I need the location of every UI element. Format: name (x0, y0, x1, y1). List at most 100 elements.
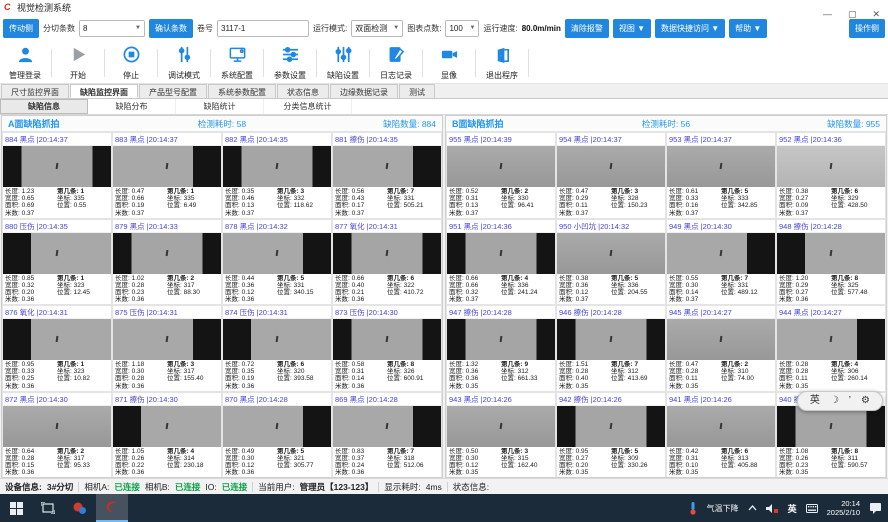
maximize-icon[interactable]: ▢ (848, 9, 857, 19)
defect-cell[interactable]: 881 擦伤 |20:14:35 长度: 0.56宽度: 0.43面积: 0.1… (332, 132, 442, 219)
defect-thumbnail[interactable] (777, 146, 885, 187)
tab-main-3[interactable]: 系统参数配置 (208, 84, 276, 98)
defect-thumbnail[interactable] (447, 406, 555, 447)
defect-cell[interactable]: 951 黑点 |20:14:36 长度: 0.66宽度: 0.66面积: 0.3… (446, 219, 556, 306)
defect-cell[interactable]: 876 氧化 |20:14:31 长度: 0.95宽度: 0.33面积: 0.2… (2, 305, 112, 392)
defect-thumbnail[interactable] (333, 406, 441, 447)
defect-cell[interactable]: 948 擦伤 |20:14:28 长度: 1.20宽度: 0.29面积: 0.2… (776, 219, 886, 306)
defect-thumbnail[interactable] (3, 319, 111, 360)
defect-thumbnail[interactable] (113, 146, 221, 187)
defect-cell[interactable]: 877 氧化 |20:14:31 长度: 0.66宽度: 0.40面积: 0.2… (332, 219, 442, 306)
task-view-icon[interactable] (32, 494, 64, 522)
defect-thumbnail[interactable] (557, 319, 665, 360)
defect-thumbnail[interactable] (667, 233, 775, 274)
defect-cell[interactable]: 879 黑点 |20:14:33 长度: 1.02宽度: 0.28面积: 0.2… (112, 219, 222, 306)
action-button-9[interactable]: 退出程序 (479, 45, 525, 81)
thermometer-icon[interactable] (688, 501, 698, 515)
tab-main-6[interactable]: 测试 (399, 84, 435, 98)
defect-cell[interactable]: 882 黑点 |20:14:35 长度: 0.35宽度: 0.46面积: 0.1… (222, 132, 332, 219)
defect-thumbnail[interactable] (447, 319, 555, 360)
action-button-5[interactable]: 参数设置 (267, 45, 313, 81)
defect-cell[interactable]: 955 黑点 |20:14:39 长度: 0.52宽度: 0.31面积: 0.1… (446, 132, 556, 219)
defect-cell[interactable]: 953 黑点 |20:14:37 长度: 0.61宽度: 0.33面积: 0.1… (666, 132, 776, 219)
action-button-3[interactable]: 调试模式 (161, 45, 207, 81)
defect-thumbnail[interactable] (333, 146, 441, 187)
defect-thumbnail[interactable] (223, 233, 331, 274)
touch-keyboard-icon[interactable] (806, 504, 818, 513)
defect-thumbnail[interactable] (333, 233, 441, 274)
defect-thumbnail[interactable] (333, 319, 441, 360)
tab-sub-0[interactable]: 缺陷信息 (0, 99, 88, 114)
tab-main-4[interactable]: 状态信息 (277, 84, 329, 98)
defect-thumbnail[interactable] (667, 406, 775, 447)
defect-cell[interactable]: 950 小凹坑 |20:14:32 长度: 0.38宽度: 0.36面积: 0.… (556, 219, 666, 306)
defect-thumbnail[interactable] (557, 233, 665, 274)
run-mode-select[interactable]: 双面检测▼ (351, 20, 403, 37)
roll-number-input[interactable] (217, 20, 309, 37)
defect-thumbnail[interactable] (3, 146, 111, 187)
action-button-7[interactable]: 日志记录 (373, 45, 419, 81)
defect-cell[interactable]: 954 黑点 |20:14:37 长度: 0.47宽度: 0.29面积: 0.1… (556, 132, 666, 219)
defect-thumbnail[interactable] (557, 146, 665, 187)
speaker-muted-icon[interactable] (766, 503, 779, 514)
active-app-icon[interactable] (96, 494, 128, 522)
defect-cell[interactable]: 878 黑点 |20:14:32 长度: 0.44宽度: 0.36面积: 0.1… (222, 219, 332, 306)
tab-main-1[interactable]: 缺陷监控界面 (70, 84, 138, 98)
action-button-4[interactable]: 系统配置 (214, 45, 260, 81)
defect-cell[interactable]: 946 擦伤 |20:14:28 长度: 1.51宽度: 0.28面积: 0.4… (556, 305, 666, 392)
action-button-1[interactable]: 开始 (55, 45, 101, 81)
ime-language-indicator[interactable]: 英 (788, 502, 797, 515)
ime-punct-toggle[interactable]: ’ (849, 392, 851, 410)
tab-sub-1[interactable]: 缺陷分布 (88, 99, 176, 114)
ime-moon-icon[interactable]: ☽ (830, 392, 839, 410)
defect-cell[interactable]: 873 压伤 |20:14:30 长度: 0.58宽度: 0.31面积: 0.1… (332, 305, 442, 392)
defect-cell[interactable]: 875 压伤 |20:14:31 长度: 1.18宽度: 0.30面积: 0.2… (112, 305, 222, 392)
action-button-6[interactable]: 缺陷设置 (320, 45, 366, 81)
defect-thumbnail[interactable] (447, 146, 555, 187)
defect-cell[interactable]: 947 擦伤 |20:14:28 长度: 1.32宽度: 0.36面积: 0.3… (446, 305, 556, 392)
defect-cell[interactable]: 949 黑点 |20:14:30 长度: 0.55宽度: 0.30面积: 0.1… (666, 219, 776, 306)
defect-cell[interactable]: 945 黑点 |20:14:27 长度: 0.47宽度: 0.28面积: 0.1… (666, 305, 776, 392)
taskbar-clock[interactable]: 20:14 2025/2/10 (827, 499, 860, 517)
windows-start-icon[interactable] (0, 494, 32, 522)
action-button-0[interactable]: 管理登录 (2, 45, 48, 81)
defect-cell[interactable]: 880 压伤 |20:14:35 长度: 0.85宽度: 0.32面积: 0.2… (2, 219, 112, 306)
tab-main-0[interactable]: 尺寸监控界面 (1, 84, 69, 98)
defect-cell[interactable]: 941 黑点 |20:14:26 长度: 0.42宽度: 0.31面积: 0.1… (666, 392, 776, 479)
tab-sub-3[interactable]: 分类信息统计 (264, 99, 352, 114)
quick-access-menu-button[interactable]: 数据快捷访问 ▼ (655, 19, 725, 38)
defect-cell[interactable]: 952 黑点 |20:14:36 长度: 0.38宽度: 0.27面积: 0.0… (776, 132, 886, 219)
defect-thumbnail[interactable] (113, 233, 221, 274)
action-button-2[interactable]: 停止 (108, 45, 154, 81)
defect-thumbnail[interactable] (113, 406, 221, 447)
defect-thumbnail[interactable] (223, 146, 331, 187)
tray-expand-icon[interactable] (748, 505, 757, 511)
tab-sub-2[interactable]: 缺陷统计 (176, 99, 264, 114)
defect-thumbnail[interactable] (557, 406, 665, 447)
defect-cell[interactable]: 870 黑点 |20:14:28 长度: 0.49宽度: 0.30面积: 0.1… (222, 392, 332, 479)
defect-thumbnail[interactable] (113, 319, 221, 360)
chart-points-select[interactable]: 100▼ (445, 20, 479, 37)
action-button-8[interactable]: 显像 (426, 45, 472, 81)
clear-alarm-button[interactable]: 清除报警 (565, 19, 609, 38)
defect-cell[interactable]: 869 黑点 |20:14:28 长度: 0.83宽度: 0.37面积: 0.2… (332, 392, 442, 479)
pinned-app-icon[interactable] (64, 494, 96, 522)
defect-thumbnail[interactable] (777, 406, 885, 447)
tab-main-5[interactable]: 边缘数据记录 (330, 84, 398, 98)
defect-cell[interactable]: 944 黑点 |20:14:27 长度: 0.28宽度: 0.28面积: 0.1… (776, 305, 886, 392)
strip-count-select[interactable]: 8▼ (79, 20, 145, 37)
operation-side-button[interactable]: 操作侧 (849, 19, 885, 38)
confirm-strips-button[interactable]: 确认条数 (149, 19, 193, 38)
view-menu-button[interactable]: 视图 ▼ (613, 19, 651, 38)
defect-thumbnail[interactable] (667, 319, 775, 360)
minimize-icon[interactable]: — (823, 9, 832, 19)
defect-thumbnail[interactable] (223, 319, 331, 360)
defect-cell[interactable]: 943 黑点 |20:14:26 长度: 0.50宽度: 0.30面积: 0.1… (446, 392, 556, 479)
defect-cell[interactable]: 884 黑点 |20:14:37 长度: 1.23宽度: 0.65面积: 0.6… (2, 132, 112, 219)
defect-thumbnail[interactable] (3, 233, 111, 274)
defect-thumbnail[interactable] (777, 233, 885, 274)
defect-thumbnail[interactable] (667, 146, 775, 187)
defect-cell[interactable]: 872 黑点 |20:14:30 长度: 0.64宽度: 0.28面积: 0.1… (2, 392, 112, 479)
defect-thumbnail[interactable] (3, 406, 111, 447)
defect-cell[interactable]: 942 擦伤 |20:14:26 长度: 0.95宽度: 0.27面积: 0.2… (556, 392, 666, 479)
